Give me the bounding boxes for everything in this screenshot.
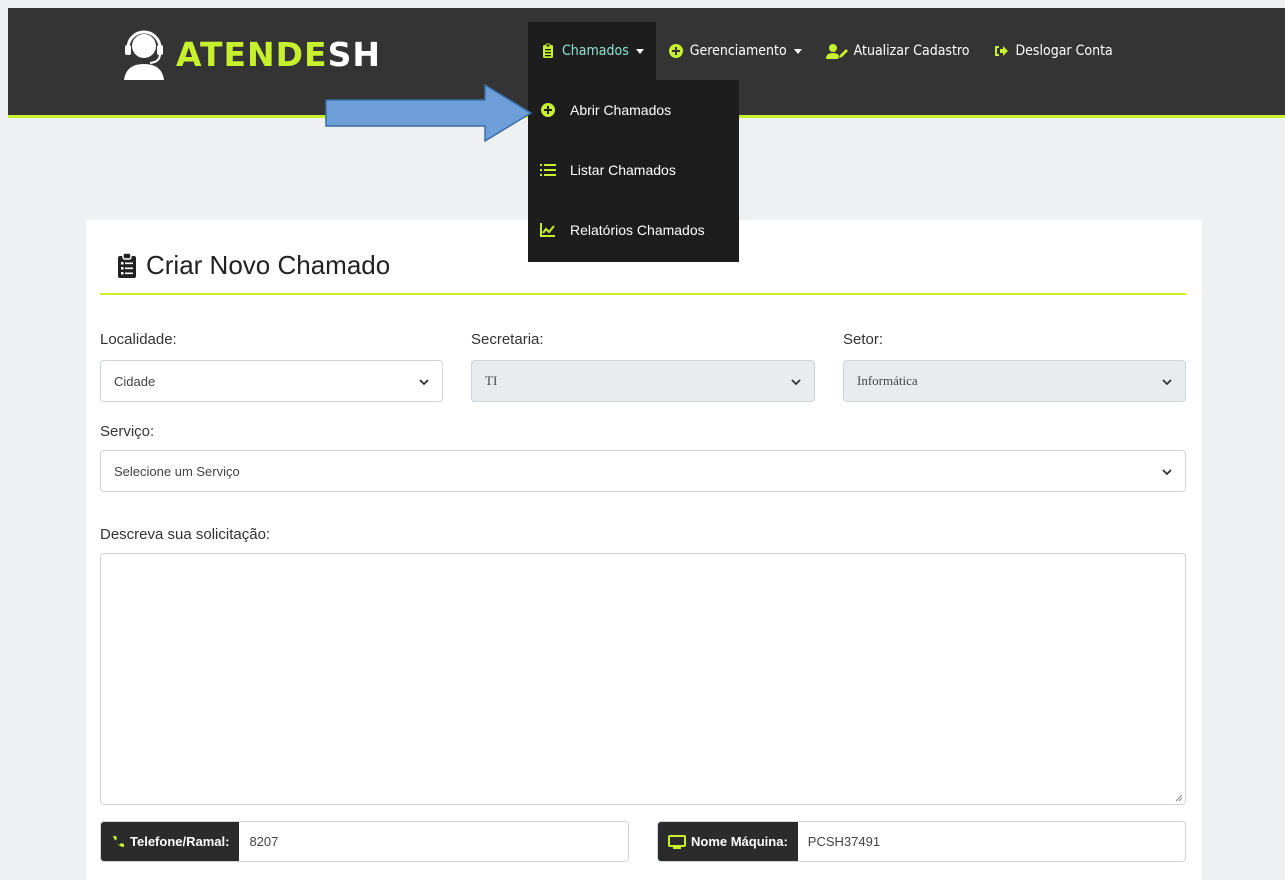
maquina-label: Nome Máquina: [691, 834, 788, 849]
telefone-addon: Telefone/Ramal: [101, 822, 240, 861]
title-divider [100, 293, 1186, 295]
support-agent-icon [124, 30, 164, 80]
maquina-input[interactable]: PCSH37491 [798, 822, 1185, 861]
clipboard-list-icon [118, 252, 136, 278]
sign-out-icon [993, 43, 1009, 59]
telefone-value: 8207 [249, 834, 279, 849]
servico-value: Selecione um Serviço [114, 463, 240, 479]
chevron-down-icon [1162, 469, 1172, 476]
servico-select[interactable]: Selecione um Serviço [100, 450, 1186, 492]
phone-icon [111, 835, 125, 849]
telefone-input[interactable]: 8207 [239, 822, 628, 861]
chevron-down-icon [791, 379, 801, 386]
descricao-label: Descreva sua solicitação: [100, 526, 271, 543]
chamados-dropdown-menu: Abrir Chamados Listar Chamados Relatório… [528, 80, 739, 262]
menu-item-relatorios-chamados[interactable]: Relatórios Chamados [528, 200, 739, 260]
caret-down-icon [635, 48, 644, 54]
telefone-input-group: Telefone/Ramal: 8207 [100, 821, 629, 862]
menu-item-listar-chamados[interactable]: Listar Chamados [528, 140, 739, 200]
menu-item-label: Abrir Chamados [570, 102, 672, 118]
descricao-textarea[interactable] [100, 553, 1186, 805]
setor-value: Informática [857, 373, 918, 388]
list-icon [540, 162, 556, 178]
menu-item-label: Listar Chamados [570, 162, 676, 178]
resize-grip-icon[interactable] [1173, 792, 1183, 802]
caret-down-icon [793, 48, 802, 54]
page-title: Criar Novo Chamado [116, 250, 390, 281]
chevron-down-icon [419, 379, 429, 386]
nav-chamados[interactable]: Chamados [528, 22, 656, 80]
setor-select[interactable]: Informática [843, 360, 1186, 402]
nav-deslogar-conta-label: Deslogar Conta [1015, 43, 1113, 59]
new-ticket-card: Criar Novo Chamado Localidade: Cidade Se… [86, 220, 1202, 880]
page-title-text: Criar Novo Chamado [146, 250, 391, 280]
nav-gerenciamento[interactable]: Gerenciamento [656, 22, 814, 80]
maquina-input-group: Nome Máquina: PCSH37491 [657, 821, 1186, 862]
user-edit-icon [825, 43, 848, 59]
maquina-value: PCSH37491 [807, 834, 881, 849]
secretaria-label: Secretaria: [471, 331, 544, 348]
desktop-icon [668, 834, 686, 849]
setor-label: Setor: [843, 331, 884, 348]
main-nav: Chamados Gerenciamento Atualizar Cadastr… [528, 22, 1125, 80]
brand-name: ATENDESH [176, 34, 381, 74]
nav-chamados-label: Chamados [562, 43, 629, 59]
secretaria-value: TI [485, 373, 498, 388]
localidade-select[interactable]: Cidade [100, 360, 443, 402]
nav-atualizar-cadastro[interactable]: Atualizar Cadastro [814, 22, 982, 80]
localidade-value: Cidade [114, 373, 156, 389]
annotation-arrow-icon [325, 84, 533, 142]
chart-line-icon [540, 222, 556, 238]
clipboard-icon [540, 43, 556, 59]
nav-gerenciamento-label: Gerenciamento [689, 43, 787, 59]
servico-label: Serviço: [100, 423, 155, 440]
localidade-label: Localidade: [100, 331, 177, 348]
telefone-label: Telefone/Ramal: [130, 834, 230, 849]
nav-deslogar-conta[interactable]: Deslogar Conta [981, 22, 1124, 80]
secretaria-select[interactable]: TI [471, 360, 815, 402]
plus-circle-icon [668, 43, 684, 59]
chevron-down-icon [1162, 379, 1172, 386]
plus-circle-icon [540, 102, 556, 118]
menu-item-abrir-chamados[interactable]: Abrir Chamados [528, 80, 739, 140]
maquina-addon: Nome Máquina: [658, 822, 798, 861]
brand-logo[interactable]: ATENDESH [116, 26, 381, 82]
menu-item-label: Relatórios Chamados [570, 222, 705, 238]
nav-atualizar-cadastro-label: Atualizar Cadastro [853, 43, 970, 59]
